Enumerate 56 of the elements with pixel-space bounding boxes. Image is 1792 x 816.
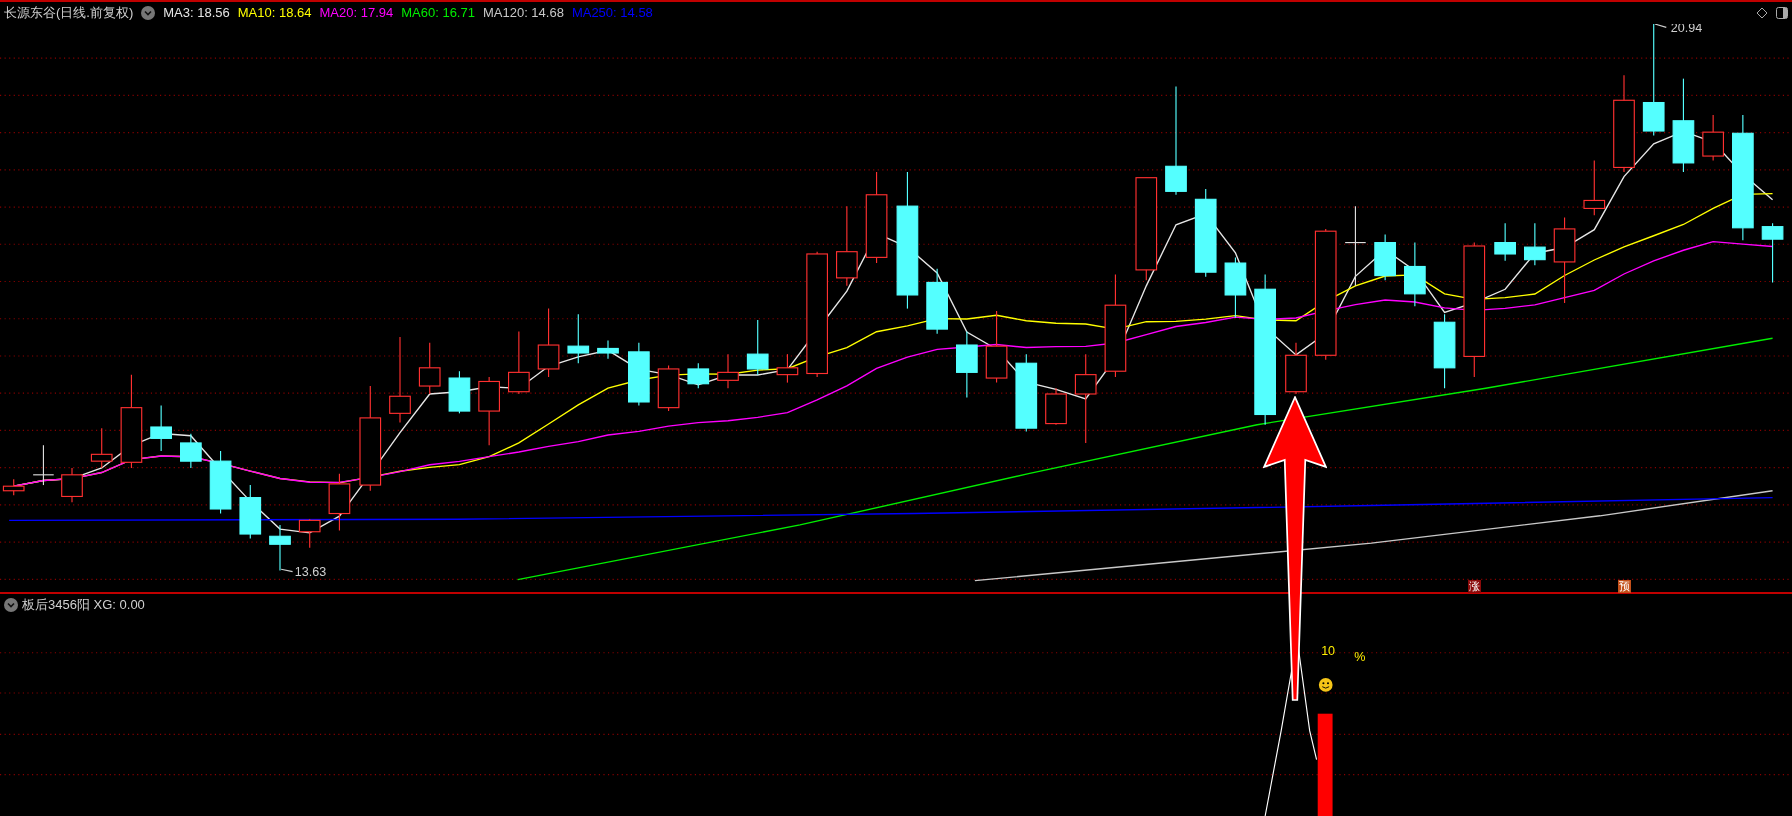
candlestick bbox=[746, 319, 769, 376]
candlestick bbox=[150, 404, 172, 452]
stock-title: 长源东谷(日线.前复权) bbox=[4, 4, 134, 23]
indicator-label: MA120: 14.68 bbox=[482, 4, 564, 23]
candlestick bbox=[328, 473, 351, 532]
dropdown-icon[interactable] bbox=[4, 598, 18, 612]
dropdown-icon[interactable] bbox=[141, 5, 156, 20]
leader-line bbox=[1654, 23, 1667, 28]
candlestick bbox=[687, 362, 710, 389]
candlestick bbox=[418, 342, 441, 395]
unit-label: % bbox=[1354, 649, 1366, 664]
candlestick bbox=[717, 353, 739, 389]
candlestick bbox=[1702, 114, 1724, 162]
candlestick bbox=[567, 313, 590, 364]
candlestick bbox=[1045, 387, 1067, 426]
value-label: 10 bbox=[1321, 644, 1336, 659]
candlestick bbox=[1524, 222, 1546, 266]
candlestick bbox=[90, 427, 113, 469]
candlestick bbox=[448, 370, 471, 414]
low-price-label: 13.63 bbox=[294, 565, 327, 580]
candlestick bbox=[628, 342, 650, 406]
candlestick bbox=[926, 268, 948, 335]
indicator-label: MA20: 17.94 bbox=[319, 4, 394, 23]
candlestick bbox=[1761, 222, 1784, 283]
candlestick bbox=[209, 450, 232, 515]
candlestick bbox=[239, 484, 262, 540]
candlestick bbox=[1374, 233, 1396, 281]
diamond-icon[interactable] bbox=[1756, 6, 1768, 19]
candlestick bbox=[1404, 241, 1426, 307]
candlestick bbox=[180, 433, 202, 469]
high-price-label: 20.94 bbox=[1670, 23, 1703, 35]
candlestick bbox=[1494, 222, 1516, 262]
candlestick bbox=[298, 518, 321, 549]
indicator-label: MA3: 18.56 bbox=[163, 4, 230, 23]
candlestick bbox=[32, 444, 55, 486]
candlestick bbox=[597, 339, 619, 360]
candlestick bbox=[956, 330, 978, 398]
candlestick bbox=[508, 330, 530, 395]
candlestick bbox=[537, 307, 560, 378]
indicator-label: MA10: 18.64 bbox=[237, 4, 312, 23]
signal-badge: 预 bbox=[1618, 580, 1632, 593]
candlestick bbox=[776, 353, 799, 384]
indicator-label: MA60: 16.71 bbox=[401, 4, 475, 23]
candlestick bbox=[1583, 159, 1606, 216]
candlestick bbox=[61, 467, 83, 503]
candlestick bbox=[478, 376, 500, 446]
panel-toggle-icon[interactable] bbox=[1776, 6, 1788, 19]
smiley-icon bbox=[1318, 678, 1333, 692]
signal-badge: 涨 bbox=[1468, 580, 1482, 593]
candlestick bbox=[269, 524, 291, 571]
indicator-label: MA250: 14.58 bbox=[571, 4, 653, 23]
indicator-title: 板后3456阳 XG: 0.00 bbox=[22, 596, 145, 615]
candlestick bbox=[657, 364, 680, 412]
candlestick bbox=[1285, 342, 1307, 395]
candlestick bbox=[1224, 256, 1247, 319]
leader-line bbox=[280, 568, 294, 573]
